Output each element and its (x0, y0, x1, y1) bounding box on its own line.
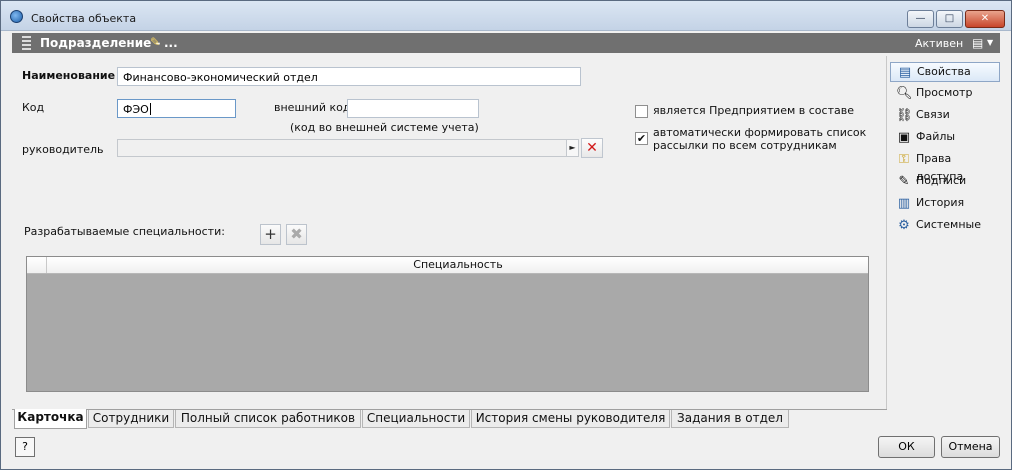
chevron-down-icon[interactable]: ▼ (987, 38, 993, 47)
main-panel: Наименование Финансово-экономический отд… (12, 56, 887, 410)
mailing-checkbox-label-line2: рассылки по всем сотрудникам (653, 139, 837, 152)
tab-card[interactable]: Карточка (14, 409, 87, 429)
side-item-system[interactable]: ⚙ Системные (890, 216, 1000, 236)
close-button[interactable]: ✕ (965, 10, 1005, 28)
status-label: Активен (915, 37, 964, 50)
tab-full-workers-list[interactable]: Полный список работников (175, 410, 361, 428)
manager-label: руководитель (22, 143, 104, 156)
external-code-hint: (код во внешней системе учета) (290, 121, 479, 134)
tab-manager-history[interactable]: История смены руководителя (471, 410, 670, 428)
cancel-button[interactable]: Отмена (941, 436, 1000, 458)
specialties-grid[interactable]: Специальность (26, 256, 869, 392)
document-menu-icon[interactable]: ▤ (972, 36, 983, 50)
side-item-files[interactable]: ▣ Файлы (890, 128, 1000, 148)
add-specialty-button[interactable]: + (260, 224, 281, 245)
specialties-label: Разрабатываемые специальности: (24, 225, 225, 238)
external-code-label: внешний код (274, 101, 351, 114)
grid-header: Специальность (27, 257, 868, 274)
object-toolbar: Подразделение - ✎ ... Активен ▤ ▼ (12, 33, 1000, 53)
side-item-links[interactable]: ⛓ Связи (890, 106, 1000, 126)
properties-icon: ▤ (898, 65, 912, 80)
side-item-label: Свойства (917, 65, 971, 78)
side-item-access-rights[interactable]: ⚿ Права доступа (890, 150, 1000, 183)
chevron-right-icon[interactable]: ► (566, 140, 578, 156)
enterprise-checkbox-label: является Предприятием в составе (653, 104, 854, 117)
side-item-label: Системные (916, 218, 981, 231)
signature-icon: ✎ (898, 174, 910, 189)
side-item-label: Просмотр (916, 86, 973, 99)
maximize-button[interactable]: □ (936, 10, 963, 28)
ok-button[interactable]: ОК (878, 436, 935, 458)
remove-specialty-button[interactable]: ✖ (286, 224, 307, 245)
side-item-properties[interactable]: ▤ Свойства (890, 62, 1000, 82)
side-item-view[interactable]: 🔍︎ Просмотр (890, 84, 1000, 104)
external-code-field[interactable] (347, 99, 479, 118)
specialty-column-header[interactable]: Специальность (48, 257, 868, 273)
side-item-label: Подписи (916, 174, 967, 187)
mailing-checkbox[interactable]: ✔ (635, 132, 648, 145)
side-item-label: Файлы (916, 130, 956, 143)
text-cursor (149, 103, 151, 115)
magnifier-icon: 🔍︎ (896, 86, 913, 101)
manager-selector[interactable]: ► (117, 139, 579, 157)
side-item-label: Связи (916, 108, 950, 121)
grid-corner-cell[interactable] (27, 257, 47, 273)
minimize-button[interactable]: — (907, 10, 934, 28)
key-icon: ⚿ (899, 152, 909, 167)
app-icon (10, 10, 23, 23)
link-icon: ⛓ (896, 108, 913, 123)
pencil-icon[interactable]: ✎ (150, 35, 160, 49)
grip-icon (22, 36, 31, 50)
code-field[interactable]: ФЭО (117, 99, 236, 118)
files-icon: ▣ (897, 130, 911, 145)
edit-ellipsis[interactable]: ... (164, 36, 178, 50)
code-value: ФЭО (123, 103, 149, 116)
object-type-title: Подразделение - (40, 36, 161, 50)
tab-department-tasks[interactable]: Задания в отдел (671, 410, 789, 428)
history-icon: ▥ (897, 196, 911, 211)
code-label: Код (22, 101, 45, 114)
tab-employees[interactable]: Сотрудники (88, 410, 174, 428)
system-icon: ⚙ (898, 218, 910, 233)
window-title: Свойства объекта (31, 12, 137, 25)
name-field[interactable]: Финансово-экономический отдел (117, 67, 581, 86)
side-item-history[interactable]: ▥ История (890, 194, 1000, 214)
bottom-tabs: Карточка Сотрудники Полный список работн… (12, 409, 887, 429)
object-properties-window: Свойства объекта — □ ✕ Подразделение - ✎… (0, 0, 1012, 470)
help-button[interactable]: ? (15, 437, 35, 457)
title-bar: Свойства объекта — □ ✕ (1, 1, 1011, 31)
side-item-label: История (916, 196, 965, 209)
side-item-signatures[interactable]: ✎ Подписи (890, 172, 1000, 192)
mailing-checkbox-label-line1: автоматически формировать список (653, 126, 867, 139)
enterprise-checkbox[interactable] (635, 105, 648, 118)
name-label: Наименование (22, 69, 116, 82)
tab-specialties[interactable]: Специальности (362, 410, 470, 428)
clear-manager-button[interactable]: ✕ (581, 138, 603, 158)
